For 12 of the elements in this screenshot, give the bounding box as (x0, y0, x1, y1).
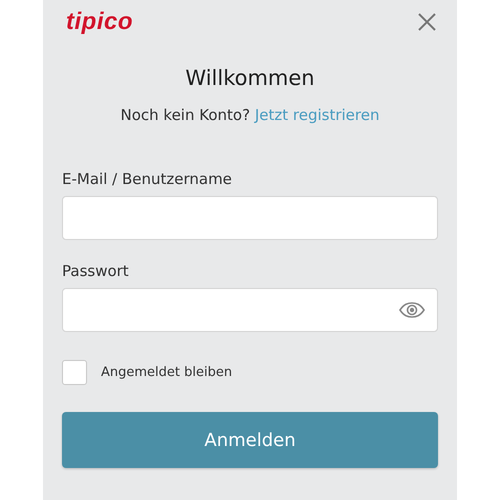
username-field[interactable] (62, 196, 438, 240)
field-label: Passwort (62, 262, 130, 280)
signup-prompt: Noch kein Konto? Jetzt registrieren (120, 106, 380, 124)
login-button[interactable]: Anmelden (62, 412, 438, 468)
logo: tipico (66, 8, 133, 36)
password-field[interactable] (62, 288, 438, 332)
checkbox[interactable] (62, 360, 87, 385)
register-link[interactable]: Jetzt registrieren (254, 106, 380, 124)
dialog-title: Willkommen (184, 66, 316, 90)
checkbox-label: Angemeldet bleiben (101, 365, 232, 380)
eye-icon[interactable] (399, 302, 425, 318)
field-label: E-Mail / Benutzername (62, 170, 233, 188)
